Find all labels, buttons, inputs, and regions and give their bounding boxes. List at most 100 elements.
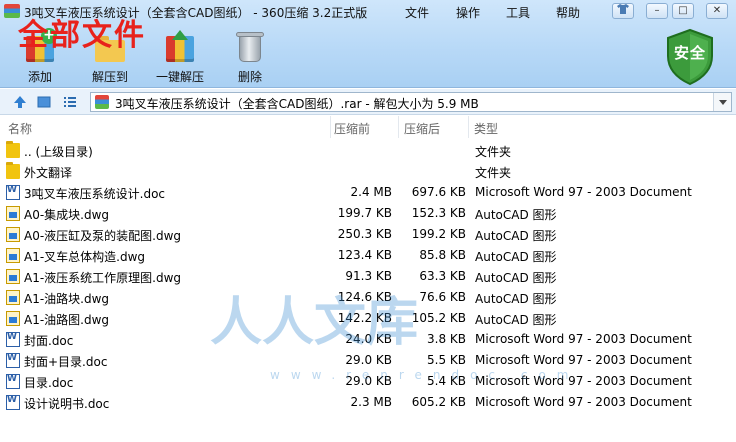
column-header-type[interactable]: 类型 (474, 120, 498, 137)
file-name: A1-油路图.dwg (24, 313, 110, 327)
folder-icon (6, 141, 20, 158)
dwg-icon (6, 206, 20, 221)
table-row[interactable]: 封面+目录.doc 29.0 KB 5.5 KB Microsoft Word 97 … (0, 350, 736, 371)
file-name: A0-液压缸及泵的装配图.dwg (24, 229, 182, 243)
delete-label: 删除 (237, 70, 262, 84)
file-name: A1-液压系统工作原理图.dwg (24, 271, 182, 285)
dwg-icon (6, 248, 20, 263)
table-row[interactable]: 3吨叉车液压系统设计.doc 2.4 MB 697.6 KB Microsoft Wo… (0, 182, 736, 203)
table-row[interactable]: 目录.doc 29.0 KB 5.4 KB Microsoft Word 97 - 2… (0, 371, 736, 392)
shirt-icon (617, 4, 629, 14)
file-name: A1-油路块.dwg (24, 292, 110, 306)
size-before: 123.4 KB (337, 248, 392, 262)
up-arrow-icon[interactable] (12, 94, 28, 110)
file-type: AutoCAD 图形 (475, 271, 557, 285)
list-view-icon[interactable] (62, 94, 78, 110)
file-type: 文件夹 (475, 145, 512, 159)
word-doc-icon (6, 332, 20, 347)
menu-operation[interactable]: 操作 (456, 4, 480, 21)
size-after: 85.8 KB (419, 248, 466, 262)
column-divider (468, 116, 469, 138)
file-name: 封面+目录.doc (24, 355, 108, 369)
file-type: AutoCAD 图形 (475, 313, 557, 327)
size-before: 29.0 KB (345, 353, 392, 367)
column-header-before[interactable]: 压缩前 (334, 120, 370, 137)
address-row: 3吨叉车液压系统设计（全套含CAD图纸）.rar - 解包大小为 5.9 MB (0, 89, 736, 115)
archive-icon (95, 95, 109, 109)
table-row[interactable]: .. (上级目录) 文件夹 (0, 140, 736, 161)
minimize-button[interactable]: – (646, 3, 668, 19)
folder-icon (6, 162, 20, 179)
large-icon-view-icon[interactable] (36, 94, 52, 110)
size-after: 5.4 KB (427, 374, 466, 388)
dwg-icon (6, 290, 20, 305)
table-row[interactable]: A0-液压缸及泵的装配图.dwg 250.3 KB 199.2 KB AutoCAD … (0, 224, 736, 245)
table-row[interactable]: 设计说明书.doc 2.3 MB 605.2 KB Microsoft Word 97… (0, 392, 736, 413)
file-name: 外文翻译 (24, 166, 73, 180)
file-type: Microsoft Word 97 - 2003 Document (475, 185, 692, 199)
file-name: 目录.doc (24, 376, 74, 390)
table-row[interactable]: A1-液压系统工作原理图.dwg 91.3 KB 63.3 KB AutoCAD 图形 (0, 266, 736, 287)
size-before: 2.4 MB (350, 185, 392, 199)
file-name: 3吨叉车液压系统设计.doc (24, 187, 166, 201)
skin-shirt-button[interactable] (612, 3, 634, 19)
close-button[interactable]: ✕ (706, 3, 728, 19)
maximize-button[interactable]: □ (672, 3, 694, 19)
delete-icon (233, 30, 267, 64)
app-header: 3吨叉车液压系统设计（全套含CAD图纸） - 360压缩 3.2正式版 文件 操… (0, 0, 736, 88)
file-type: Microsoft Word 97 - 2003 Document (475, 332, 692, 346)
overlay-caption: 全部文件 (18, 18, 146, 53)
file-type: Microsoft Word 97 - 2003 Document (475, 395, 692, 409)
file-type: Microsoft Word 97 - 2003 Document (475, 374, 692, 388)
size-after: 63.3 KB (419, 269, 466, 283)
one-click-extract-button[interactable]: 一键解压 (150, 30, 210, 86)
file-name: 设计说明书.doc (24, 397, 110, 411)
size-before: 142.2 KB (337, 311, 392, 325)
size-before: 91.3 KB (345, 269, 392, 283)
table-row[interactable]: A0-集成块.dwg 199.7 KB 152.3 KB AutoCAD 图形 (0, 203, 736, 224)
file-type: AutoCAD 图形 (475, 292, 557, 306)
size-before: 29.0 KB (345, 374, 392, 388)
size-before: 250.3 KB (337, 227, 392, 241)
column-header-after[interactable]: 压缩后 (404, 120, 440, 137)
menu-file[interactable]: 文件 (405, 4, 429, 21)
column-header-name[interactable]: 名称 (8, 120, 32, 137)
size-after: 605.2 KB (411, 395, 466, 409)
word-doc-icon (6, 353, 20, 368)
size-after: 199.2 KB (411, 227, 466, 241)
file-type: AutoCAD 图形 (475, 250, 557, 264)
size-after: 76.6 KB (419, 290, 466, 304)
table-row[interactable]: A1-油路块.dwg 124.6 KB 76.6 KB AutoCAD 图形 (0, 287, 736, 308)
menu-help[interactable]: 帮助 (556, 4, 580, 21)
security-label: 安全 (673, 44, 706, 62)
file-name: 封面.doc (24, 334, 74, 348)
table-row[interactable]: A1-油路图.dwg 142.2 KB 105.2 KB AutoCAD 图形 (0, 308, 736, 329)
security-shield[interactable]: 安全 (664, 28, 716, 86)
address-dropdown-button[interactable] (713, 93, 731, 111)
size-after: 3.8 KB (427, 332, 466, 346)
size-before: 124.6 KB (337, 290, 392, 304)
dwg-icon (6, 269, 20, 284)
size-after: 105.2 KB (411, 311, 466, 325)
word-doc-icon (6, 395, 20, 410)
word-doc-icon (6, 185, 20, 200)
size-after: 697.6 KB (411, 185, 466, 199)
file-type: 文件夹 (475, 166, 512, 180)
address-bar[interactable]: 3吨叉车液压系统设计（全套含CAD图纸）.rar - 解包大小为 5.9 MB (90, 92, 732, 112)
extract-to-label: 解压到 (91, 70, 128, 84)
one-click-extract-label: 一键解压 (155, 70, 204, 84)
one-click-extract-icon (163, 30, 197, 64)
file-type: AutoCAD 图形 (475, 229, 557, 243)
table-row[interactable]: A1-叉车总体构造.dwg 123.4 KB 85.8 KB AutoCAD 图形 (0, 245, 736, 266)
file-name: .. (上级目录) (24, 145, 93, 159)
file-list: 名称 压缩前 压缩后 类型 .. (上级目录)文件夹外文翻译文件夹3吨叉车液压系… (0, 116, 736, 442)
delete-button[interactable]: 删除 (220, 30, 280, 86)
table-row[interactable]: 外文翻译 文件夹 (0, 161, 736, 182)
dwg-icon (6, 227, 20, 242)
table-row[interactable]: 封面.doc 24.0 KB 3.8 KB Microsoft Word 97 - 2… (0, 329, 736, 350)
file-type: Microsoft Word 97 - 2003 Document (475, 353, 692, 367)
column-divider (398, 116, 399, 138)
menu-tools[interactable]: 工具 (506, 4, 530, 21)
word-doc-icon (6, 374, 20, 389)
dwg-icon (6, 311, 20, 326)
